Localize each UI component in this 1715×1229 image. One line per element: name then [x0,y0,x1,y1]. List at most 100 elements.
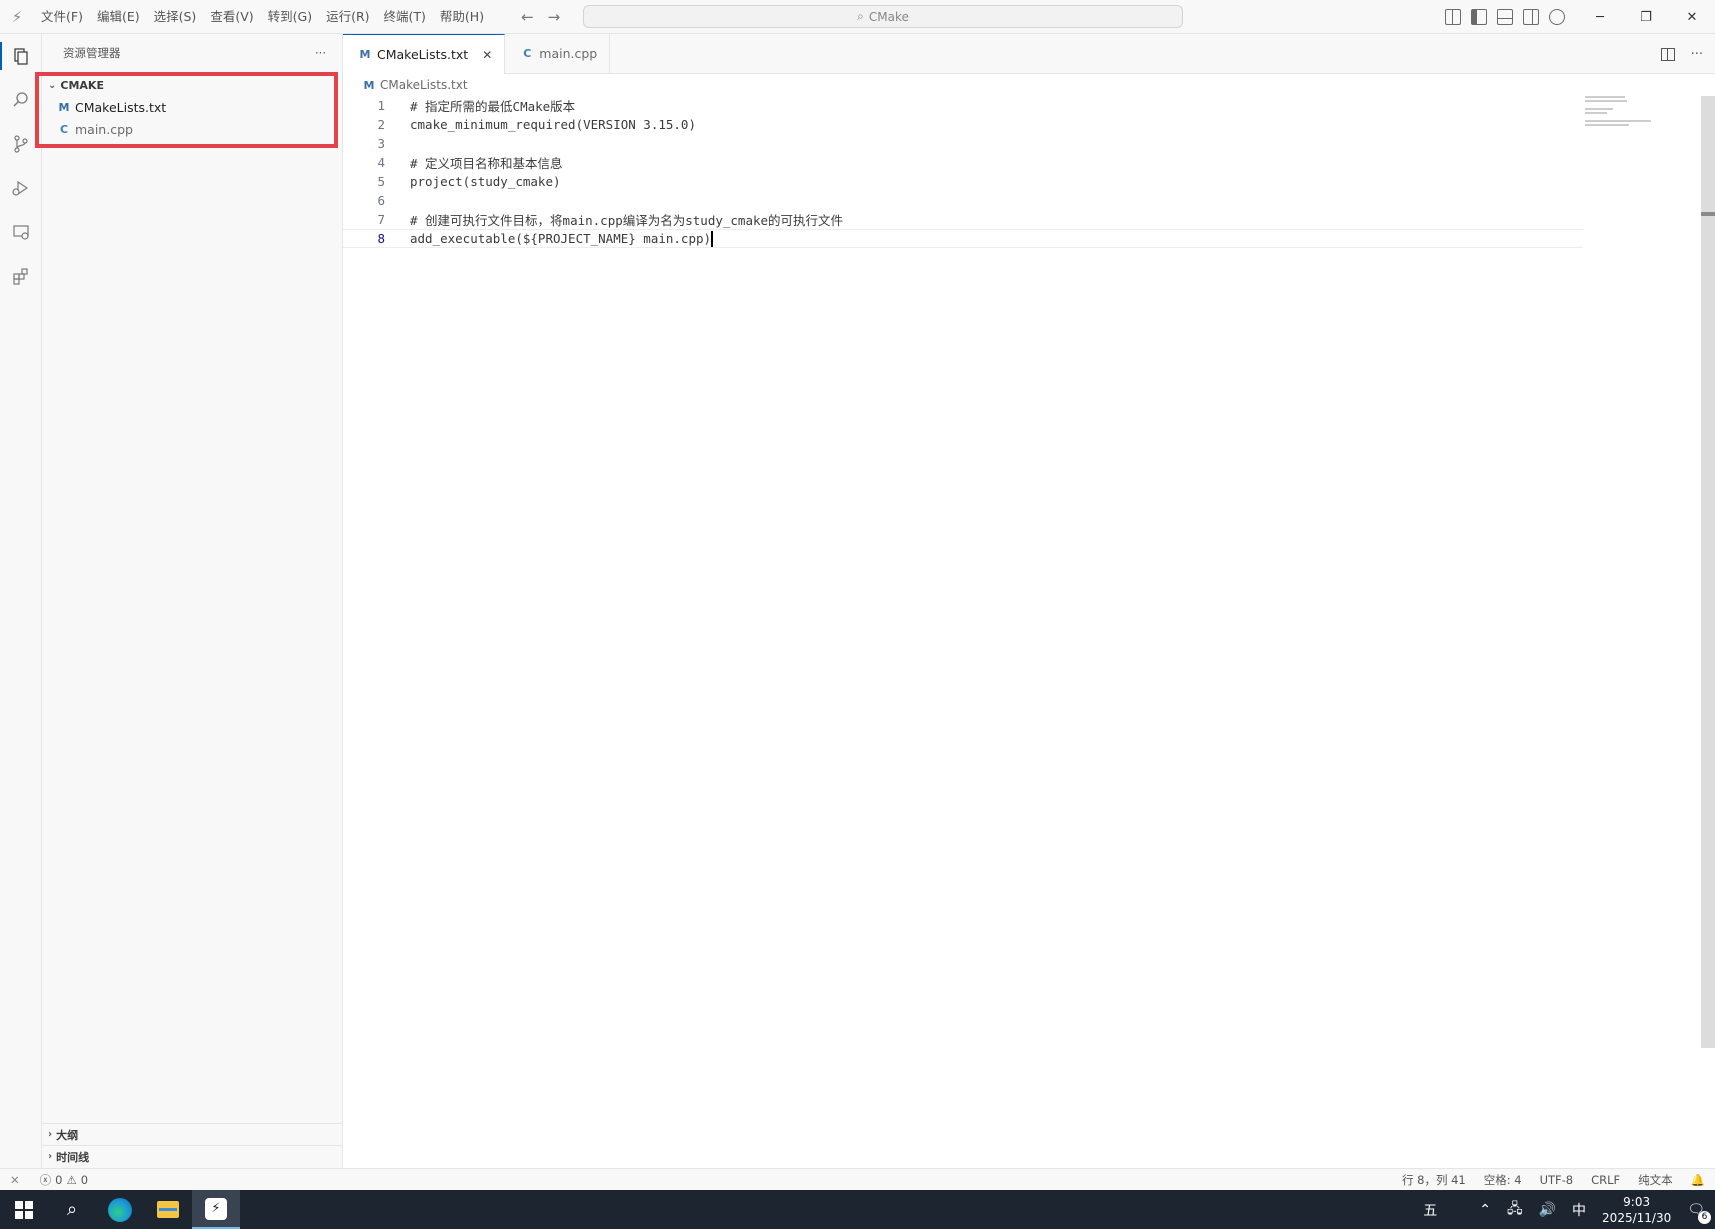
code-line: 6 [343,191,1583,210]
problems-indicator[interactable]: ⓧ 0 ⚠ 0 [40,1172,88,1188]
toggle-panel-icon[interactable] [1497,9,1513,25]
warning-count: 0 [80,1172,89,1187]
cmake-file-icon: M [359,48,371,61]
tab-label: main.cpp [539,45,598,61]
encoding[interactable]: UTF-8 [1540,1173,1574,1187]
edge-browser-icon[interactable] [96,1190,144,1229]
close-icon[interactable]: ✕ [1669,0,1715,34]
activity-bar [0,34,42,1168]
menu-terminal[interactable]: 终端(T) [377,0,433,34]
menu-edit[interactable]: 编辑(E) [90,0,147,34]
show-hidden-icons-icon[interactable]: ⌃ [1479,1202,1491,1218]
menu-file[interactable]: 文件(F) [34,0,90,34]
more-actions-icon[interactable]: ··· [315,46,326,60]
status-right: 行 8，列 41 空格: 4 UTF-8 CRLF 纯文本 🔔 [1402,1172,1705,1188]
notification-count: 6 [1698,1210,1711,1224]
line-number: 4 [377,155,385,170]
ime-mode-icon[interactable]: 五 [1423,1200,1437,1220]
line-ending[interactable]: CRLF [1591,1173,1620,1187]
extensions-icon[interactable] [0,254,42,298]
tab-cmakelists[interactable]: M CMakeLists.txt ✕ [343,34,506,74]
windows-logo-icon [15,1200,33,1219]
vscode-logo-icon: ⚡ [11,7,23,26]
breadcrumb: M CMakeLists.txt [343,74,1715,96]
close-tab-icon[interactable]: ✕ [482,48,492,62]
minimap-line [1585,100,1627,102]
window-controls: ─ ❐ ✕ [1577,0,1715,34]
status-left: ✕ ⓧ 0 ⚠ 0 [0,1172,88,1188]
menu-help[interactable]: 帮助(H) [433,0,491,34]
minimap[interactable] [1585,96,1655,136]
warning-icon: ⚠ [66,1172,77,1187]
account-icon[interactable] [1549,9,1565,25]
minimize-icon[interactable]: ─ [1577,0,1623,34]
forward-arrow-icon[interactable]: → [548,8,561,26]
action-center-icon[interactable]: 🗨 6 [1687,1202,1711,1224]
vertical-scrollbar[interactable] [1701,96,1715,1048]
highlight-annotation-box [35,72,338,148]
code-editor[interactable]: 1 # 指定所需的最低CMake版本 2 cmake_minimum_require… [343,96,1583,248]
editor-tabs: M CMakeLists.txt ✕ C main.cpp ··· [343,33,1715,74]
menu-run[interactable]: 运行(R) [319,0,376,34]
current-code-line: 8 add_executable(${PROJECT_NAME} main.cpp… [343,229,1583,248]
menu-go[interactable]: 转到(G) [261,0,319,34]
code-text: # 定义项目名称和基本信息 [410,156,563,171]
code-line: 3 [343,134,1583,153]
code-text: # 指定所需的最低CMake版本 [410,99,576,114]
notifications-bell-icon[interactable]: 🔔 [1691,1173,1705,1187]
split-editor-icon[interactable] [1660,47,1675,61]
toggle-secondary-sidebar-icon[interactable] [1523,9,1539,25]
cmake-file-icon: M [363,78,375,92]
code-text: cmake_minimum_required(VERSION 3.15.0) [410,117,696,132]
network-icon[interactable]: 🖧 [1507,1198,1523,1222]
vscode-taskbar-icon[interactable]: ⚡ [192,1190,240,1229]
code-line: 7 # 创建可执行文件目标，将main.cpp编译为名为study_cmake的可… [343,210,1583,229]
volume-icon[interactable]: 🔊 [1539,1202,1556,1218]
indentation[interactable]: 空格: 4 [1484,1172,1522,1188]
customize-layout-icon[interactable] [1445,9,1461,25]
tab-main-cpp[interactable]: C main.cpp [505,33,611,73]
minimap-line [1585,112,1607,114]
clock-date: 2025/11/30 [1602,1210,1672,1225]
input-method-indicator[interactable]: 中 [1572,1200,1586,1220]
chevron-right-icon: › [48,1151,53,1162]
timeline-section[interactable]: › 时间线 [42,1145,343,1167]
line-number: 7 [377,212,385,227]
remote-explorer-icon[interactable] [0,210,42,254]
back-arrow-icon[interactable]: ← [521,8,534,26]
cpp-file-icon: C [523,46,532,60]
more-actions-icon[interactable]: ··· [1691,47,1703,62]
taskbar-search-icon[interactable]: ⌕ [48,1190,96,1229]
breadcrumb-file[interactable]: CMakeLists.txt [380,78,468,92]
clock[interactable]: 9:03 2025/11/30 [1602,1194,1671,1226]
minimap-line [1585,120,1651,122]
title-bar: ⚡ 文件(F) 编辑(E) 选择(S) 查看(V) 转到(G) 运行(R) 终端… [0,0,1715,34]
line-number: 6 [377,193,385,208]
editor-area: M CMakeLists.txt ✕ C main.cpp ··· M CMak… [343,33,1715,1168]
line-number: 2 [377,117,385,132]
code-line: 1 # 指定所需的最低CMake版本 [343,96,1583,115]
editor-actions: ··· [1660,34,1703,74]
restore-icon[interactable]: ❐ [1623,0,1669,34]
command-center[interactable]: ⌕ CMake [583,5,1183,28]
line-number: 8 [377,231,385,246]
run-debug-icon[interactable] [0,166,42,210]
outline-section[interactable]: › 大纲 [42,1123,343,1145]
language-mode[interactable]: 纯文本 [1638,1172,1673,1188]
file-explorer-icon[interactable] [144,1190,192,1229]
system-tray: 五 ⌃ 🖧 🔊 中 9:03 2025/11/30 🗨 6 [1423,1190,1715,1229]
code-text: # 创建可执行文件目标，将main.cpp编译为名为study_cmake的可执… [410,213,844,228]
menu-selection[interactable]: 选择(S) [147,0,204,34]
menu-view[interactable]: 查看(V) [203,0,260,34]
cursor-position[interactable]: 行 8，列 41 [1402,1172,1466,1188]
status-bar: ✕ ⓧ 0 ⚠ 0 行 8，列 41 空格: 4 UTF-8 CRLF 纯文本 … [0,1168,1715,1190]
layout-controls [1445,0,1565,34]
menu-bar: 文件(F) 编辑(E) 选择(S) 查看(V) 转到(G) 运行(R) 终端(T… [34,0,491,34]
minimap-line [1585,96,1625,98]
error-icon: ⓧ [39,1172,52,1187]
toggle-primary-sidebar-icon[interactable] [1471,9,1487,25]
start-button[interactable] [0,1190,48,1229]
code-line: 4 # 定义项目名称和基本信息 [343,153,1583,172]
chevron-right-icon: › [48,1129,53,1140]
remote-indicator-icon[interactable]: ✕ [10,1173,20,1187]
